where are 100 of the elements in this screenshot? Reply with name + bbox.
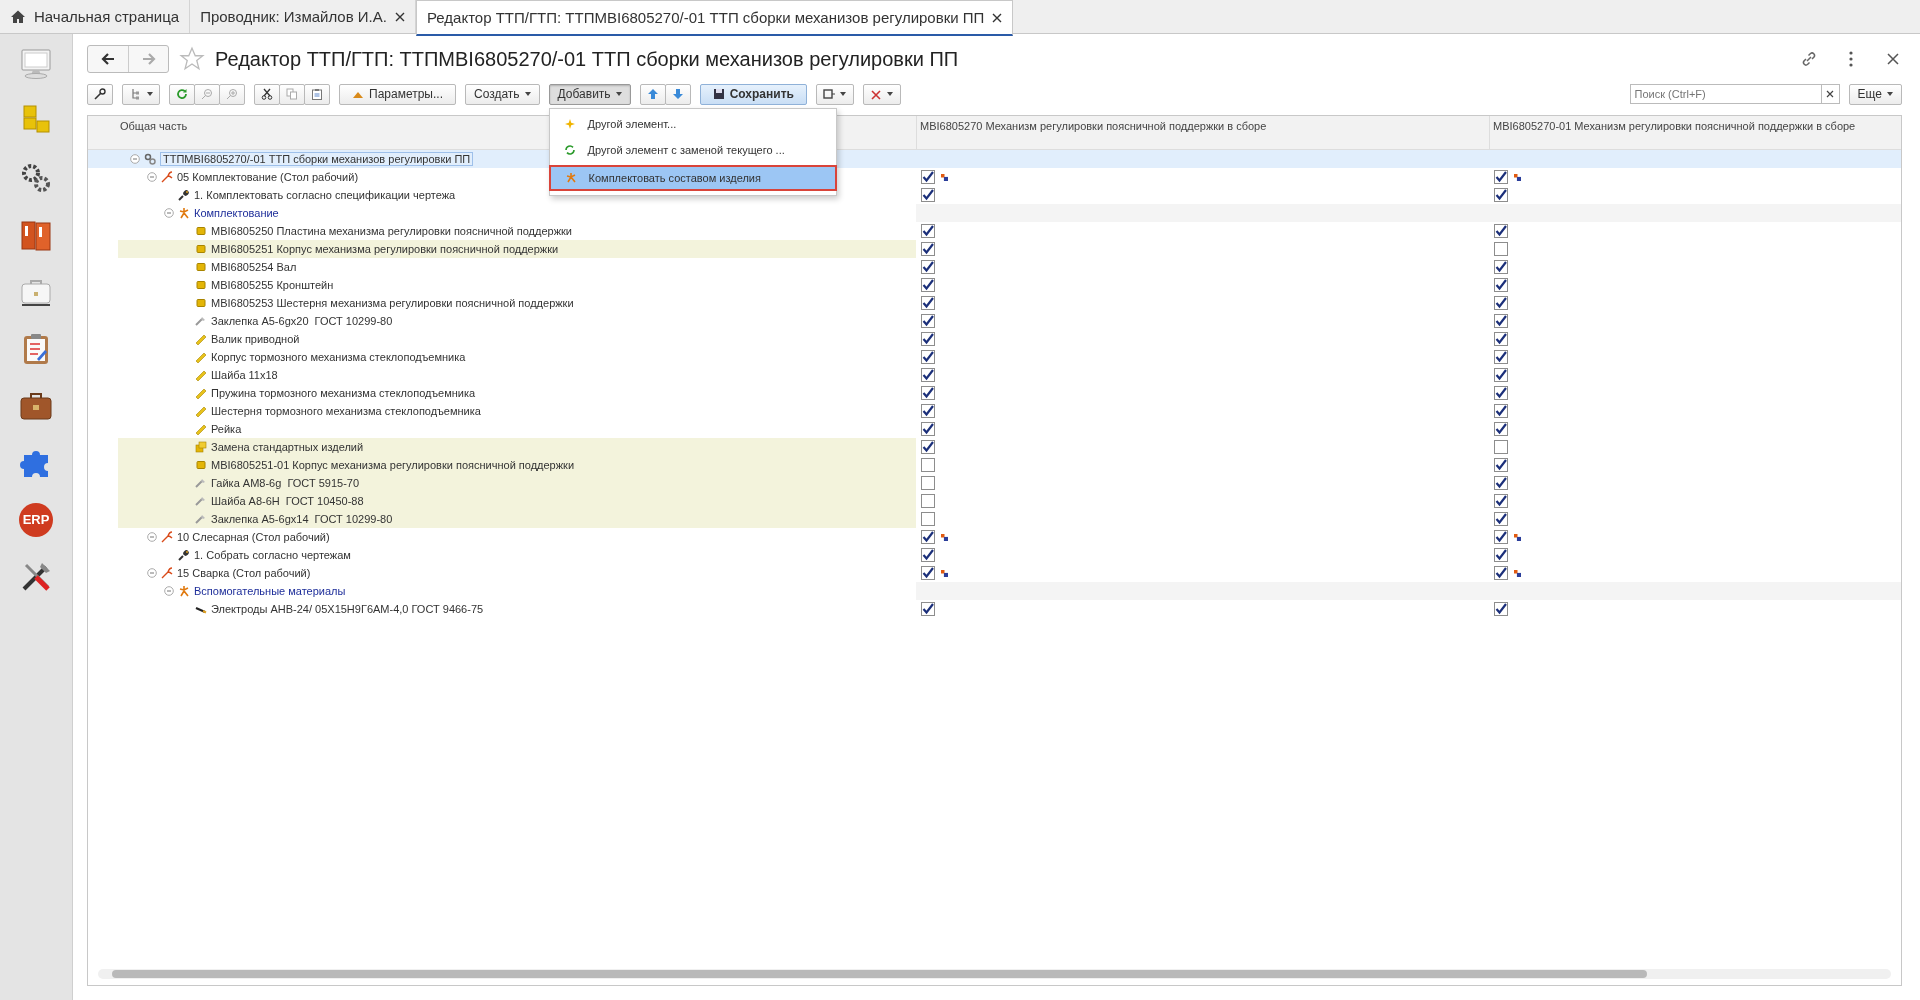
checkbox[interactable] xyxy=(1494,314,1508,328)
checkbox[interactable] xyxy=(921,188,935,202)
brush-icon xyxy=(178,549,190,561)
checkbox[interactable] xyxy=(1494,224,1508,238)
checkbox[interactable] xyxy=(921,260,935,274)
tree-item[interactable]: Заклепка А5-6gx14 ГОСТ 10299-80 xyxy=(211,513,393,525)
checkbox[interactable] xyxy=(1494,368,1508,382)
tree-item[interactable]: 1. Комплектовать согласно спецификации чертежа xyxy=(194,189,456,201)
link-icon[interactable] xyxy=(1800,50,1818,68)
tree-item[interactable]: MBI6805253 Шестерня механизма регулировки поясничной поддержки xyxy=(211,297,574,309)
tab[interactable]: Проводник: Измайлов И.А. xyxy=(190,0,416,33)
tree-item[interactable]: Замена стандартных изделий xyxy=(211,441,364,453)
tree-item[interactable]: Гайка АМ8-6g ГОСТ 5915-70 xyxy=(211,477,360,489)
save-options-dropdown[interactable] xyxy=(815,83,854,105)
erp-label[interactable]: ERP xyxy=(19,502,53,537)
menu-item[interactable]: Другой элемент... xyxy=(549,110,836,137)
checkbox[interactable] xyxy=(1494,602,1508,616)
checkbox[interactable] xyxy=(1494,386,1508,400)
save-button[interactable]: Сохранить xyxy=(699,83,807,105)
checkbox[interactable] xyxy=(921,332,935,346)
checkbox[interactable] xyxy=(921,296,935,310)
checkbox[interactable] xyxy=(921,440,935,454)
star-icon[interactable] xyxy=(179,46,205,72)
checkbox[interactable] xyxy=(1494,404,1508,418)
checkbox[interactable] xyxy=(921,458,935,472)
tree-item[interactable]: 15 Сварка (Стол рабочий) xyxy=(177,567,311,579)
tree-item[interactable]: Корпус тормозного механизма стеклоподъемника xyxy=(211,351,466,363)
checkbox[interactable] xyxy=(921,170,935,184)
tree-item[interactable]: Шайба 11x18 xyxy=(211,369,278,381)
checkbox[interactable] xyxy=(921,224,935,238)
checkbox[interactable] xyxy=(1494,476,1508,490)
checkbox[interactable] xyxy=(1494,188,1508,202)
checkbox[interactable] xyxy=(921,422,935,436)
checkbox[interactable] xyxy=(1494,440,1508,454)
tree-item[interactable]: 10 Слесарная (Стол рабочий) xyxy=(177,531,330,543)
key-button[interactable] xyxy=(87,83,113,105)
tree-item[interactable]: MBI6805254 Вал xyxy=(211,261,297,273)
tree-item[interactable]: Заклепка А5-6gx20 ГОСТ 10299-80 xyxy=(211,315,393,327)
tools-dropdown[interactable] xyxy=(862,83,901,105)
tree-item[interactable]: Шайба А8-6Н ГОСТ 10450-88 xyxy=(211,495,364,507)
tree-item[interactable]: Шестерня тормозного механизма стеклоподъемника xyxy=(211,405,481,417)
tab[interactable]: Начальная страница xyxy=(0,0,191,33)
checkbox[interactable] xyxy=(921,314,935,328)
close-icon[interactable] xyxy=(394,11,405,22)
parameters-button[interactable]: Параметры... xyxy=(339,83,456,105)
checkbox[interactable] xyxy=(921,512,935,526)
checkbox[interactable] xyxy=(1494,296,1508,310)
checkbox[interactable] xyxy=(1494,170,1508,184)
menu-item[interactable]: Другой элемент с заменой текущего ... xyxy=(549,136,836,163)
checkbox[interactable] xyxy=(1494,512,1508,526)
checkbox[interactable] xyxy=(921,548,935,562)
paste-button[interactable] xyxy=(304,83,330,105)
checkbox[interactable] xyxy=(921,404,935,418)
checkbox[interactable] xyxy=(1494,332,1508,346)
add-button[interactable]: Добавить xyxy=(548,83,631,105)
checkbox[interactable] xyxy=(1494,260,1508,274)
tree-item[interactable]: Электроды АНВ-24/ 05Х15Н9Г6АМ-4,0 ГОСТ 9466-75 xyxy=(211,603,484,615)
checkbox[interactable] xyxy=(1494,458,1508,472)
checkbox[interactable] xyxy=(1494,566,1508,580)
menu-item[interactable]: Комплектовать составом изделия xyxy=(548,164,837,191)
tree-item[interactable]: MBI6805255 Кронштейн xyxy=(211,279,334,291)
checkbox[interactable] xyxy=(921,566,935,580)
checkbox[interactable] xyxy=(1494,548,1508,562)
checkbox[interactable] xyxy=(1494,422,1508,436)
tab[interactable]: Редактор ТТП/ГТП: ТТПMBI6805270/-01 ТТП сборки механизов регулировки ПП xyxy=(415,0,1014,36)
checkbox[interactable] xyxy=(921,278,935,292)
checkbox[interactable] xyxy=(921,530,935,544)
checkbox[interactable] xyxy=(921,350,935,364)
checkbox[interactable] xyxy=(1494,494,1508,508)
structure-dropdown[interactable] xyxy=(122,83,160,105)
checkbox[interactable] xyxy=(921,476,935,490)
refresh-button[interactable] xyxy=(169,83,195,105)
checkbox[interactable] xyxy=(921,494,935,508)
checkbox[interactable] xyxy=(1494,350,1508,364)
search-field[interactable]: Поиск (Ctrl+F) xyxy=(1629,84,1822,104)
tree-item[interactable]: 1. Собрать согласно чертежам xyxy=(194,549,351,561)
checkbox[interactable] xyxy=(921,386,935,400)
zoom-out-icon xyxy=(201,88,213,100)
close-icon[interactable] xyxy=(992,12,1003,23)
move-down-button[interactable] xyxy=(664,83,691,105)
brush-icon xyxy=(178,189,190,201)
tree-item[interactable]: Рейка xyxy=(211,423,242,435)
tree-item[interactable]: Вспомогательные материалы xyxy=(194,585,346,597)
tree-item[interactable]: Комплектование xyxy=(194,207,279,219)
tree-item[interactable]: ТТПMBI6805270/-01 ТТП сборки механизов регулировки ПП xyxy=(160,152,474,166)
checkbox[interactable] xyxy=(921,368,935,382)
checkbox[interactable] xyxy=(921,242,935,256)
tree-item[interactable]: Валик приводной xyxy=(211,333,300,345)
tree-item[interactable]: 05 Комплектование (Стол рабочий) xyxy=(177,171,359,183)
create-button[interactable]: Создать xyxy=(464,83,540,105)
move-up-button[interactable] xyxy=(639,83,666,105)
checkbox[interactable] xyxy=(1494,530,1508,544)
checkbox[interactable] xyxy=(1494,278,1508,292)
checkbox[interactable] xyxy=(1494,242,1508,256)
tree-item[interactable]: MBI6805250 Пластина механизма регулировки поясничной поддержки xyxy=(211,225,572,237)
horizontal-scrollbar[interactable] xyxy=(98,969,1891,979)
checkbox[interactable] xyxy=(921,602,935,616)
tree-item[interactable]: Пружина тормозного механизма стеклоподъемника xyxy=(211,387,476,399)
cut-button[interactable] xyxy=(254,83,280,105)
more-button[interactable]: Еще xyxy=(1848,83,1902,105)
